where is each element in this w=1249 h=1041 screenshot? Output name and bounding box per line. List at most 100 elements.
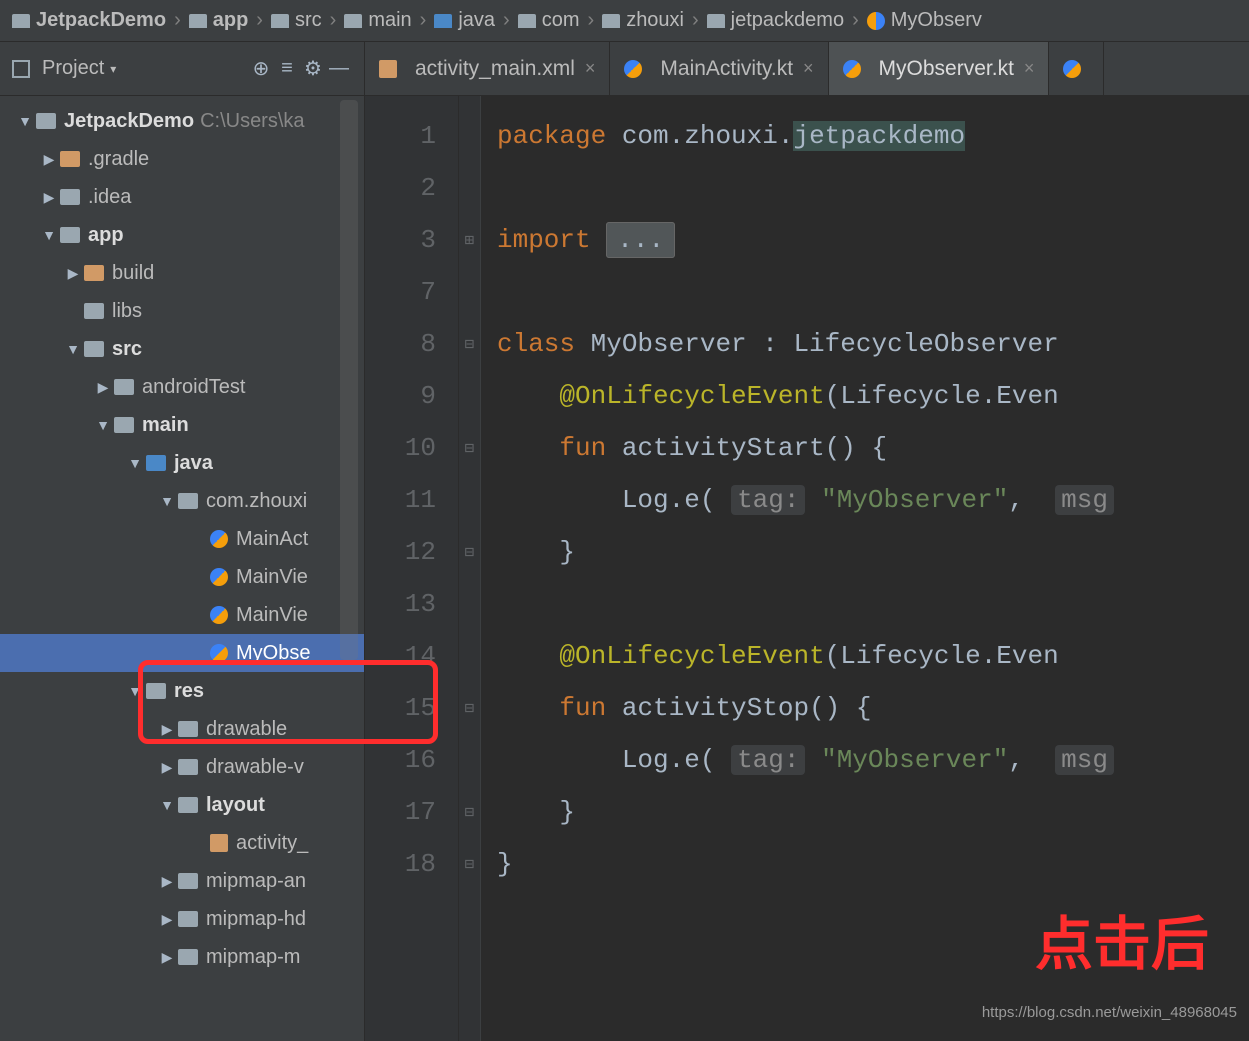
line-number[interactable]: 11 [365,474,436,526]
tree-item-libs[interactable]: ▶libs [0,292,364,330]
tree-item-src[interactable]: ▼src [0,330,364,368]
tab-extra[interactable] [1049,42,1104,95]
tree-item-androidtest[interactable]: ▶androidTest [0,368,364,406]
folder-icon [178,873,198,889]
line-number[interactable]: 17 [365,786,436,838]
sidebar-header: Project▾ ⊕ ≡ ⚙ — [0,42,364,96]
line-gutter[interactable]: 123789101112131415161718 [365,96,459,1041]
bc-src[interactable]: src [267,9,326,32]
close-icon[interactable]: × [1024,58,1035,79]
bc-com[interactable]: com [514,9,584,32]
tree-item-mainvie[interactable]: ▶MainVie [0,596,364,634]
tree-item-drawable-v[interactable]: ▶drawable-v [0,748,364,786]
line-number[interactable]: 13 [365,578,436,630]
minimize-icon[interactable]: — [326,56,352,82]
line-number[interactable]: 12 [365,526,436,578]
fold-marker[interactable]: ⊟ [459,422,480,474]
folder-icon [114,379,134,395]
target-icon[interactable]: ⊕ [248,56,274,82]
fold-marker[interactable] [459,110,480,162]
watermark: https://blog.csdn.net/weixin_48968045 [982,1004,1237,1021]
tree-item-label: MyObse [236,642,310,665]
tree-item-main[interactable]: ▼main [0,406,364,444]
tree-item-layout[interactable]: ▼layout [0,786,364,824]
line-number[interactable]: 8 [365,318,436,370]
tree-item-label: MainVie [236,566,308,589]
line-number[interactable]: 7 [365,266,436,318]
fold-marker[interactable] [459,370,480,422]
tree-item--gradle[interactable]: ▶.gradle [0,140,364,178]
tree-item-mainact[interactable]: ▶MainAct [0,520,364,558]
bc-myobserver[interactable]: MyObserv [863,9,986,32]
tree-item-mainvie[interactable]: ▶MainVie [0,558,364,596]
tree-item-activity-[interactable]: ▶activity_ [0,824,364,862]
fold-marker[interactable] [459,630,480,682]
tab-activity-main-xml[interactable]: activity_main.xml× [365,42,610,95]
fold-marker[interactable]: ⊟ [459,526,480,578]
tree-item-label: .gradle [88,148,149,171]
tree-item-label: libs [112,300,142,323]
fold-marker[interactable] [459,734,480,786]
line-number[interactable]: 16 [365,734,436,786]
folder-icon [146,455,166,471]
fold-marker[interactable]: ⊟ [459,318,480,370]
folder-icon [84,265,104,281]
fold-marker[interactable]: ⊟ [459,786,480,838]
tree-item-mipmap-hd[interactable]: ▶mipmap-hd [0,900,364,938]
line-number[interactable]: 10 [365,422,436,474]
tree-item-build[interactable]: ▶build [0,254,364,292]
fold-marker[interactable]: ⊞ [459,214,480,266]
tree-item--idea[interactable]: ▶.idea [0,178,364,216]
tree-item-label: .idea [88,186,131,209]
bc-jetpackdemo[interactable]: JetpackDemo [8,9,170,32]
bc-separator: › [170,9,185,32]
tab-myobserver-kt[interactable]: MyObserver.kt× [829,42,1050,95]
project-tree: ▼JetpackDemoC:\Users\ka▶.gradle▶.idea▼ap… [0,96,364,1041]
fold-marker[interactable] [459,578,480,630]
folder-icon [36,113,56,129]
fold-marker[interactable]: ⊟ [459,838,480,890]
close-icon[interactable]: × [803,58,814,79]
tree-scrollbar[interactable] [340,100,358,660]
tree-item-myobse[interactable]: ▶MyObse [0,634,364,672]
fold-marker[interactable]: ⊟ [459,682,480,734]
tree-item-res[interactable]: ▼res [0,672,364,710]
breadcrumb: JetpackDemo› app› src› main› java› com› … [0,0,1249,42]
kt-icon [210,644,228,662]
line-number[interactable]: 18 [365,838,436,890]
fold-marker[interactable] [459,474,480,526]
line-number[interactable]: 2 [365,162,436,214]
tree-item-com-zhouxi[interactable]: ▼com.zhouxi [0,482,364,520]
line-number[interactable]: 9 [365,370,436,422]
tree-item-label: drawable [206,718,287,741]
filter-icon[interactable]: ≡ [274,56,300,82]
tab-mainactivity-kt[interactable]: MainActivity.kt× [610,42,828,95]
sidebar-title[interactable]: Project▾ [12,57,248,80]
tree-item-label: app [88,224,124,247]
kt-icon [210,606,228,624]
folder-icon [178,721,198,737]
close-icon[interactable]: × [585,58,596,79]
bc-java[interactable]: java [430,9,499,32]
tree-item-drawable[interactable]: ▶drawable [0,710,364,748]
tree-item-java[interactable]: ▼java [0,444,364,482]
folder-icon [178,797,198,813]
fold-marker[interactable] [459,266,480,318]
settings-icon[interactable]: ⚙ [300,56,326,82]
bc-zhouxi[interactable]: zhouxi [598,9,688,32]
bc-app[interactable]: app [185,9,253,32]
bc-main[interactable]: main [340,9,415,32]
folder-icon [84,303,104,319]
tree-item-mipmap-m[interactable]: ▶mipmap-m [0,938,364,976]
bc-jetpackdemo-pkg[interactable]: jetpackdemo [703,9,848,32]
tree-item-app[interactable]: ▼app [0,216,364,254]
tree-item-mipmap-an[interactable]: ▶mipmap-an [0,862,364,900]
fold-marker[interactable] [459,162,480,214]
line-number[interactable]: 3 [365,214,436,266]
tree-item-jetpackdemo[interactable]: ▼JetpackDemoC:\Users\ka [0,102,364,140]
line-number[interactable]: 15 [365,682,436,734]
line-number[interactable]: 14 [365,630,436,682]
tree-item-label: com.zhouxi [206,490,307,513]
fold-gutter[interactable]: ⊞⊟⊟⊟⊟⊟⊟ [459,96,481,1041]
line-number[interactable]: 1 [365,110,436,162]
